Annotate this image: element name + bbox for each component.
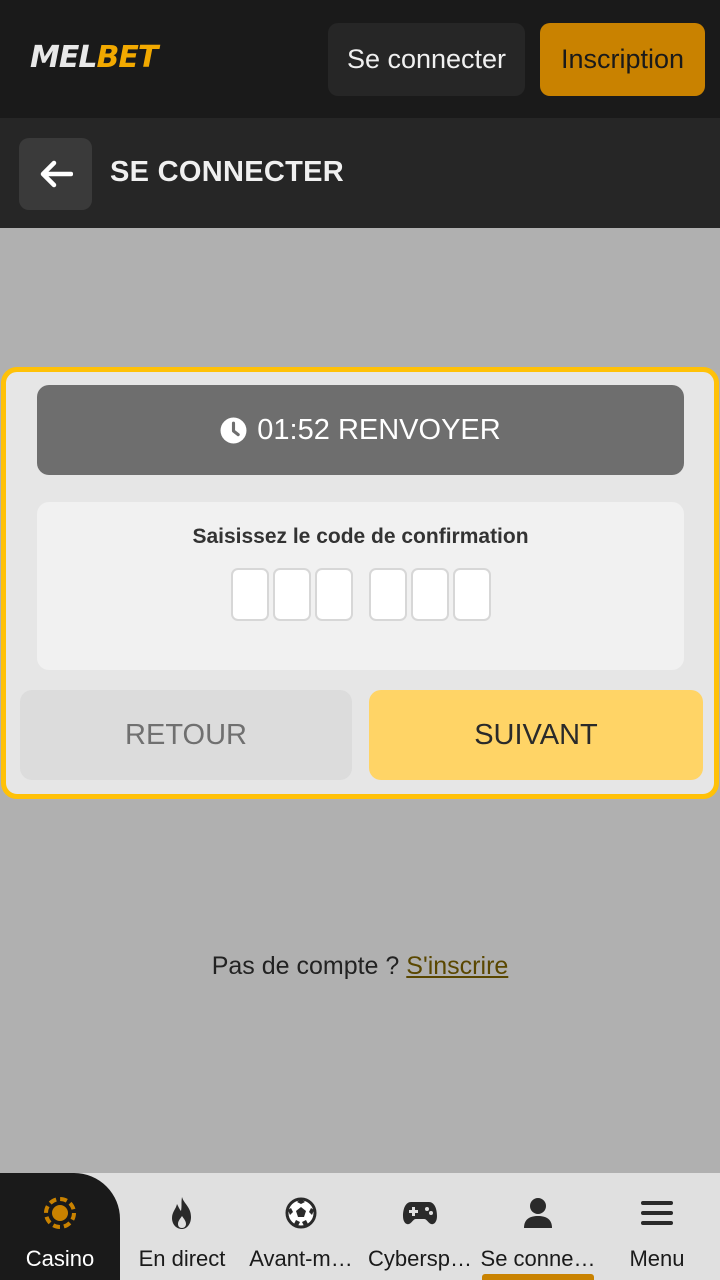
active-tab-indicator [482,1274,594,1280]
hamburger-menu-icon [641,1194,673,1232]
fire-icon [169,1194,195,1232]
back-button[interactable] [19,138,92,210]
bottom-navigation: Casino En direct Avant-m… Cybersp… Se co… [0,1173,720,1280]
nav-item-menu[interactable]: Menu [598,1173,716,1280]
code-panel: Saisissez le code de confirmation [37,502,684,670]
nav-label: Avant-m… [249,1246,353,1271]
arrow-left-icon [40,160,73,188]
user-icon [523,1194,553,1232]
melbet-logo[interactable]: MELBET [30,40,158,75]
nav-label: Se conne… [480,1246,596,1271]
nav-label: Casino [25,1246,95,1271]
gamepad-icon [402,1194,438,1232]
nav-item-login[interactable]: Se conne… [480,1173,596,1280]
code-digit-input[interactable] [453,568,491,621]
nav-item-live[interactable]: En direct [124,1173,240,1280]
nav-item-cybersport[interactable]: Cybersp… [362,1173,478,1280]
code-digit-input[interactable] [231,568,269,621]
back-step-button[interactable]: RETOUR [20,690,352,780]
resend-timer: 01:52 [257,413,330,446]
top-bar: MELBET Se connecter Inscription [0,0,720,118]
nav-label: En direct [138,1246,226,1271]
soccer-ball-icon [285,1194,317,1232]
resend-label: RENVOYER [337,413,501,446]
register-button[interactable]: Inscription [540,23,705,96]
signup-link[interactable]: S'inscrire [406,952,508,980]
nav-item-casino[interactable]: Casino [0,1173,120,1280]
login-button[interactable]: Se connecter [328,23,525,96]
casino-chip-icon [44,1194,76,1232]
confirmation-dialog: 01:52 RENVOYER Saisissez le code de conf… [1,367,719,799]
resend-code-button[interactable]: 01:52 RENVOYER [37,385,684,475]
code-digit-input[interactable] [273,568,311,621]
code-digit-input[interactable] [369,568,407,621]
signup-prompt: Pas de compte ? S'inscrire [0,952,720,981]
page-header: SE CONNECTER [0,118,720,228]
next-button[interactable]: SUIVANT [369,690,703,780]
code-digit-input[interactable] [411,568,449,621]
page-title: SE CONNECTER [110,156,345,188]
logo-text-bet: BET [96,40,158,75]
nav-label: Menu [629,1246,685,1271]
code-instruction: Saisissez le code de confirmation [192,525,529,548]
logo-text-mel: MEL [30,40,97,75]
nav-item-prematch[interactable]: Avant-m… [242,1173,360,1280]
nav-label: Cybersp… [368,1246,472,1271]
signup-prompt-text: Pas de compte ? [211,952,400,980]
clock-icon [220,417,247,443]
code-digit-input[interactable] [315,568,353,621]
